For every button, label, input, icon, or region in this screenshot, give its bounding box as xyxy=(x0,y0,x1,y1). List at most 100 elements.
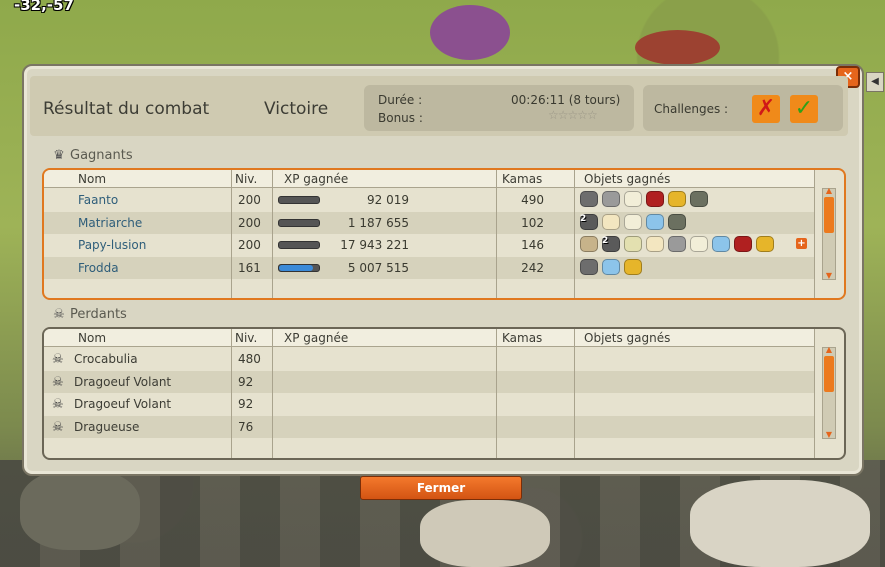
loser-row[interactable]: ☠ Dragueuse 76 xyxy=(44,415,814,438)
loser-row[interactable]: ☠ Dragoeuf Volant 92 xyxy=(44,393,814,415)
more-items-button[interactable]: + xyxy=(796,238,807,249)
rock-icon[interactable] xyxy=(668,213,686,230)
close-button[interactable]: Fermer xyxy=(360,476,522,500)
map-coordinates: -32,-57 xyxy=(14,0,74,14)
skull-icon: ☠ xyxy=(52,397,64,412)
player-name[interactable]: Faanto xyxy=(78,193,118,207)
monster-name: Dragoeuf Volant xyxy=(74,374,172,389)
ore-icon[interactable]: 2 xyxy=(580,213,598,230)
column-objects: Objets gagnés xyxy=(584,331,671,345)
kamas-gained: 146 xyxy=(521,238,544,252)
feather-icon[interactable] xyxy=(646,236,664,252)
skull-icon: ☠ xyxy=(52,352,64,367)
column-divider xyxy=(231,170,232,298)
skull-icon: ☠ xyxy=(52,374,64,390)
challenges-label: Challenges : xyxy=(654,102,729,116)
xp-progress-bar xyxy=(278,218,320,227)
loser-row[interactable]: ☠ Crocabulia 480 xyxy=(44,348,814,370)
column-divider xyxy=(574,170,575,298)
column-name: Nom xyxy=(78,172,107,186)
scroll-thumb[interactable] xyxy=(824,197,834,233)
kamas-gained: 242 xyxy=(521,260,544,275)
crystal-icon[interactable] xyxy=(602,258,620,275)
paper-icon[interactable] xyxy=(624,191,642,207)
column-level: Niv. xyxy=(235,331,258,345)
losers-section-label: ☠ Perdants xyxy=(53,307,127,322)
scroll-down-icon[interactable]: ▼ xyxy=(823,272,835,280)
crystal-icon[interactable] xyxy=(646,213,664,230)
column-divider xyxy=(814,329,815,458)
scroll-thumb[interactable] xyxy=(824,356,834,392)
trophy-icon: ♛ xyxy=(53,148,65,163)
kamas-gained: 490 xyxy=(521,193,544,207)
monster-level: 92 xyxy=(238,397,254,411)
monster-level: 92 xyxy=(238,374,254,389)
paper-icon[interactable] xyxy=(690,236,708,252)
map-rock xyxy=(420,500,550,567)
scroll-up-icon[interactable]: ▲ xyxy=(823,346,835,354)
fish-icon[interactable] xyxy=(668,236,686,252)
rock-icon[interactable] xyxy=(690,191,708,207)
xp-progress-bar xyxy=(278,241,320,249)
winner-row[interactable]: Papy-lusion 200 17 943 221 146 2 + xyxy=(44,234,814,256)
losers-table: Nom Niv. XP gagnée Kamas Objets gagnés ☠… xyxy=(42,327,846,460)
challenge-success-icon[interactable]: ✓ xyxy=(790,95,818,123)
stone-icon[interactable] xyxy=(624,236,642,252)
monster-name: Dragueuse xyxy=(74,419,140,434)
winner-row[interactable]: Faanto 200 92 019 490 xyxy=(44,189,814,211)
challenge-failed-icon[interactable]: ✗ xyxy=(752,95,780,123)
skull-icon: ☠ xyxy=(52,419,64,435)
hat-icon[interactable] xyxy=(734,236,752,252)
winner-row[interactable]: Frodda 161 5 007 515 242 xyxy=(44,256,814,279)
winner-row[interactable]: Matriarche 200 1 187 655 102 2 xyxy=(44,211,814,234)
crystal-icon[interactable] xyxy=(712,236,730,252)
skull-icon: ☠ xyxy=(53,307,65,322)
side-toggle-arrow-icon[interactable]: ◀ xyxy=(866,72,884,92)
column-divider xyxy=(496,170,497,298)
xp-gained: 5 007 515 xyxy=(347,260,409,275)
player-name[interactable]: Matriarche xyxy=(78,216,142,230)
player-name[interactable]: Papy-lusion xyxy=(78,238,146,252)
map-character-group[interactable] xyxy=(635,30,720,65)
table-header: Nom Niv. XP gagnée Kamas Objets gagnés xyxy=(44,329,814,347)
monster-name: Dragoeuf Volant xyxy=(74,397,172,411)
column-divider xyxy=(272,170,273,298)
column-name: Nom xyxy=(78,331,107,345)
scroll-up-icon[interactable]: ▲ xyxy=(823,187,835,195)
map-character-group[interactable] xyxy=(430,5,510,60)
ore-icon[interactable] xyxy=(580,258,598,275)
xp-progress-bar xyxy=(278,263,320,272)
item-quantity: 2 xyxy=(602,236,609,246)
monster-name-cell: ☠ Dragoeuf Volant xyxy=(52,375,171,390)
winners-table: Nom Niv. XP gagnée Kamas Objets gagnés F… xyxy=(42,168,846,300)
table-header: Nom Niv. XP gagnée Kamas Objets gagnés xyxy=(44,170,814,188)
gold-ore-icon[interactable] xyxy=(624,258,642,275)
xp-gained: 92 019 xyxy=(367,193,409,207)
loser-row[interactable]: ☠ Dragoeuf Volant 92 xyxy=(44,370,814,393)
ore-icon[interactable] xyxy=(580,191,598,207)
paper-icon[interactable] xyxy=(624,213,642,230)
ball-icon[interactable] xyxy=(580,236,598,252)
column-xp: XP gagnée xyxy=(284,331,349,345)
xp-gained: 1 187 655 xyxy=(347,215,409,230)
gold-ore-icon[interactable] xyxy=(756,236,774,252)
duration-value: 00:26:11 (8 tours) xyxy=(511,93,621,107)
column-divider xyxy=(574,329,575,458)
ore-icon[interactable]: 2 xyxy=(602,236,620,252)
dialog-title: Résultat du combat xyxy=(43,99,210,119)
fish-icon[interactable] xyxy=(602,191,620,207)
gold-ore-icon[interactable] xyxy=(668,191,686,207)
player-level: 200 xyxy=(238,215,261,230)
column-level: Niv. xyxy=(235,172,258,186)
map-rock xyxy=(20,470,140,550)
losers-scrollbar[interactable]: ▲ ▼ xyxy=(822,346,836,439)
monster-name-cell: ☠ Dragoeuf Volant xyxy=(52,397,171,412)
combat-result: Victoire xyxy=(264,99,329,119)
winners-scrollbar[interactable]: ▲ ▼ xyxy=(822,187,836,280)
player-name[interactable]: Frodda xyxy=(78,261,119,275)
xp-progress-bar xyxy=(278,196,320,204)
hat-icon[interactable] xyxy=(646,191,664,207)
feather-icon[interactable] xyxy=(602,213,620,230)
bonus-label: Bonus : xyxy=(378,111,423,125)
scroll-down-icon[interactable]: ▼ xyxy=(823,431,835,439)
